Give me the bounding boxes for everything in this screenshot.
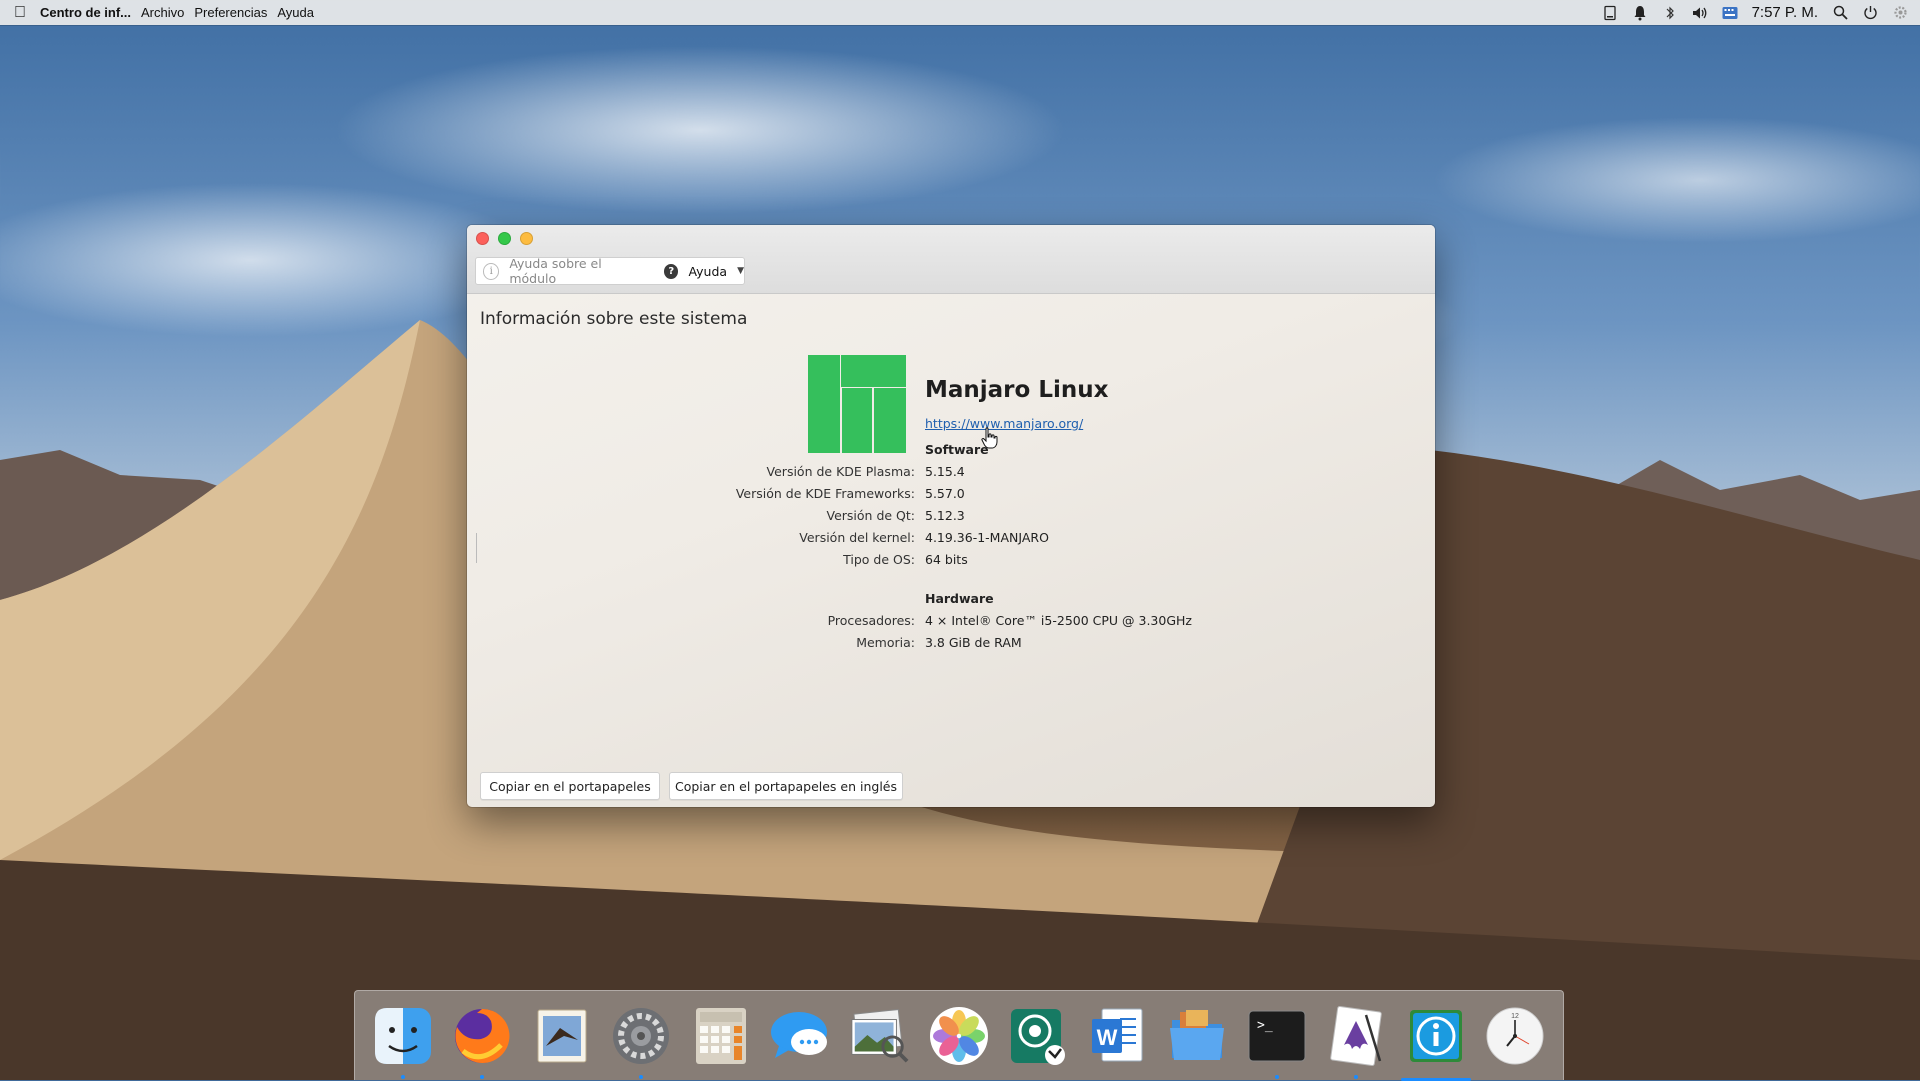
running-indicator	[400, 1074, 405, 1079]
info-value: 64 bits	[925, 552, 968, 567]
info-key: Versión del kernel:	[799, 530, 915, 545]
menu-bar:  Centro de inf... Archivo Preferencias …	[0, 0, 1920, 25]
settings-icon[interactable]	[1892, 5, 1908, 21]
apple-logo-icon[interactable]: 	[6, 4, 34, 22]
help-question-icon: ?	[664, 263, 679, 279]
menu-app-name[interactable]: Centro de inf...	[40, 5, 131, 20]
clipboard-icon[interactable]	[1602, 5, 1618, 21]
notification-bell-icon[interactable]	[1632, 5, 1648, 21]
window-controls	[476, 232, 533, 245]
info-center-icon[interactable]	[1400, 1003, 1471, 1081]
maximize-button[interactable]	[520, 232, 533, 245]
menu-archivo[interactable]: Archivo	[141, 5, 184, 20]
help-menu-button[interactable]: Ayuda	[688, 264, 727, 279]
info-value: 5.57.0	[925, 486, 965, 501]
git-client-icon[interactable]	[1007, 1003, 1069, 1069]
running-indicator	[1274, 1074, 1279, 1079]
software-section-title: Software	[925, 442, 989, 457]
running-indicator	[639, 1074, 644, 1079]
image-viewer-icon[interactable]	[848, 1003, 910, 1069]
info-icon: i	[483, 262, 500, 280]
chevron-down-icon[interactable]: ▼	[737, 266, 744, 276]
dock: W >_ 12	[354, 990, 1564, 1081]
messages-icon[interactable]	[769, 1003, 831, 1069]
info-value: 4 × Intel® Core™ i5-2500 CPU @ 3.30GHz	[925, 613, 1192, 628]
svg-text:>_: >_	[1257, 1018, 1273, 1033]
info-key: Versión de KDE Frameworks:	[735, 486, 915, 501]
files-folder-icon[interactable]	[1166, 1003, 1228, 1069]
info-key: Versión de KDE Plasma:	[766, 464, 915, 479]
volume-icon[interactable]	[1692, 5, 1708, 21]
info-value: 4.19.36-1-MANJARO	[925, 530, 1049, 545]
menu-bar-clock[interactable]: 7:57 P. M.	[1752, 4, 1818, 21]
window-toolbar: i Ayuda sobre el módulo ? Ayuda ▼	[475, 256, 745, 286]
bluetooth-icon[interactable]	[1662, 5, 1678, 21]
copy-to-clipboard-english-button[interactable]: Copiar en el portapapeles en inglés	[669, 772, 903, 800]
copy-to-clipboard-button[interactable]: Copiar en el portapapeles	[480, 772, 660, 800]
menu-ayuda[interactable]: Ayuda	[277, 5, 314, 20]
info-key: Tipo de OS:	[843, 552, 915, 567]
info-value: 3.8 GiB de RAM	[925, 635, 1022, 650]
power-icon[interactable]	[1862, 5, 1878, 21]
running-indicator	[1354, 1074, 1359, 1079]
hardware-section-title: Hardware	[925, 591, 994, 606]
module-help-button[interactable]: Ayuda sobre el módulo	[509, 256, 646, 286]
window-titlebar: i Ayuda sobre el módulo ? Ayuda ▼	[467, 225, 1435, 294]
running-indicator	[480, 1074, 485, 1079]
word-processor-icon[interactable]: W	[1087, 1003, 1149, 1069]
info-key: Procesadores:	[827, 613, 915, 628]
info-key: Memoria:	[856, 635, 915, 650]
manjaro-logo-icon	[808, 355, 906, 453]
info-key: Versión de Qt:	[826, 508, 916, 523]
distro-name: Manjaro Linux	[925, 377, 1109, 403]
info-value: 5.12.3	[925, 508, 965, 523]
page-title: Información sobre este sistema	[480, 309, 748, 329]
spotlight-search-icon[interactable]	[1832, 5, 1848, 21]
calculator-icon[interactable]	[690, 1003, 752, 1069]
keyboard-icon[interactable]	[1722, 5, 1738, 21]
close-button[interactable]	[476, 232, 489, 245]
sidebar-divider[interactable]	[476, 533, 477, 563]
menu-bar-tray: 7:57 P. M.	[1602, 4, 1908, 21]
svg-text:12: 12	[1511, 1013, 1519, 1020]
photos-icon[interactable]	[928, 1003, 990, 1069]
svg-text:W: W	[1096, 1025, 1117, 1050]
menu-preferencias[interactable]: Preferencias	[194, 5, 267, 20]
info-value: 5.15.4	[925, 464, 965, 479]
system-preferences-icon[interactable]	[610, 1003, 672, 1079]
mail-icon[interactable]	[531, 1003, 593, 1069]
info-center-window: i Ayuda sobre el módulo ? Ayuda ▼ Inform…	[467, 225, 1435, 807]
clock-icon[interactable]: 12	[1484, 1003, 1546, 1069]
terminal-icon[interactable]: >_	[1246, 1003, 1308, 1079]
distro-website-link[interactable]: https://www.manjaro.org/	[925, 416, 1083, 431]
inkscape-icon[interactable]	[1325, 1003, 1387, 1079]
firefox-icon[interactable]	[451, 1003, 513, 1079]
minimize-button[interactable]	[498, 232, 511, 245]
finder-icon[interactable]	[372, 1003, 434, 1079]
